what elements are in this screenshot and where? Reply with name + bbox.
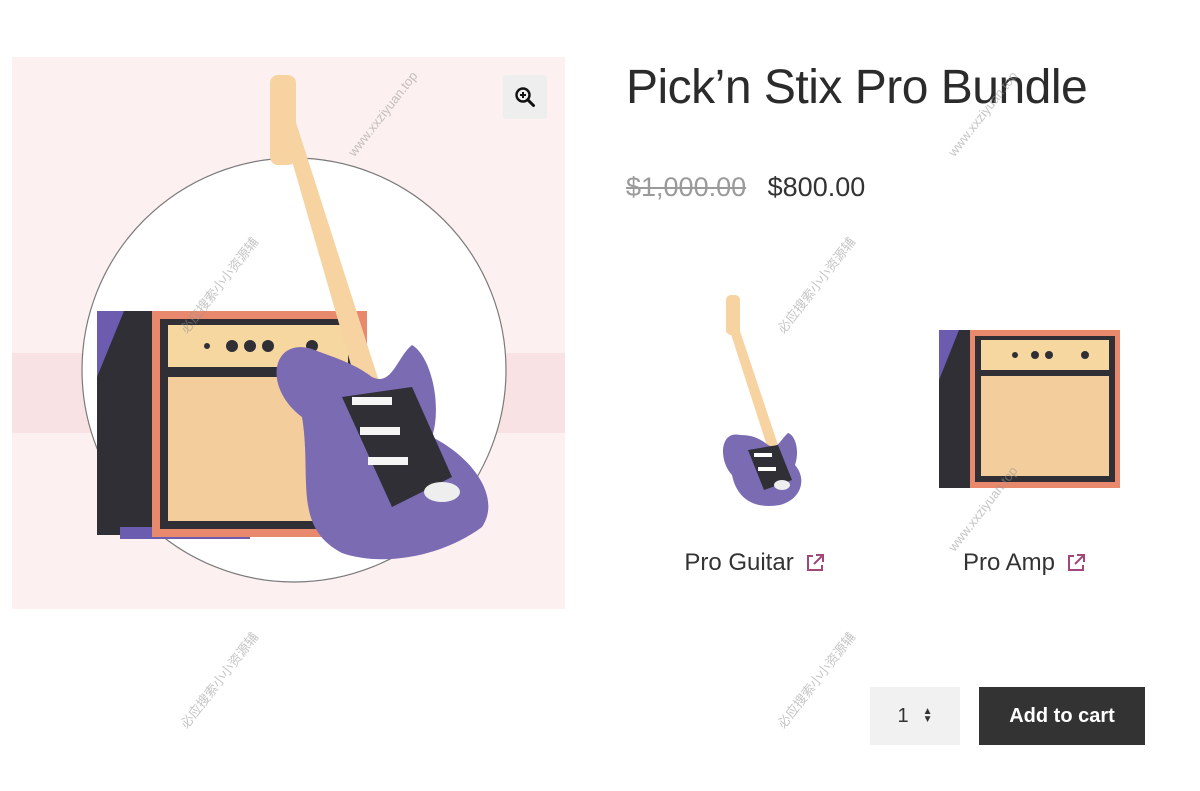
product-title: Pick’n Stix Pro Bundle — [626, 61, 1088, 114]
amp-thumbnail[interactable] — [910, 275, 1140, 525]
add-to-cart-button[interactable]: Add to cart — [979, 687, 1145, 745]
amp-illustration — [939, 330, 1120, 488]
quantity-spinner[interactable]: ▲ ▼ — [923, 707, 933, 725]
quantity-value[interactable]: 1 — [897, 705, 908, 728]
guitar-amp-illustration — [12, 57, 565, 609]
quantity-stepper[interactable]: 1 ▲ ▼ — [870, 687, 960, 745]
watermark-cn: 必应搜索小小资源辅 — [774, 629, 859, 732]
sale-price: $800.00 — [767, 172, 866, 202]
chevron-down-icon[interactable]: ▼ — [923, 715, 933, 725]
guitar-thumbnail[interactable] — [640, 275, 870, 525]
product-main-image[interactable] — [12, 57, 565, 609]
bundle-item-name-row: Pro Amp — [963, 549, 1087, 577]
external-link-icon[interactable] — [804, 552, 826, 574]
regular-price: $1,000.00 — [626, 172, 747, 202]
product-price: $1,000.00 $800.00 — [626, 172, 865, 203]
bundle-item-link-amp[interactable]: Pro Amp — [963, 549, 1055, 577]
bundle-item-amp: Pro Amp — [910, 275, 1140, 577]
zoom-button[interactable] — [503, 75, 547, 119]
bundle-item-guitar: Pro Guitar — [640, 275, 870, 577]
guitar-illustration — [722, 295, 802, 506]
bundle-item-name-row: Pro Guitar — [684, 549, 825, 577]
external-link-icon[interactable] — [1065, 552, 1087, 574]
bundle-item-link-guitar[interactable]: Pro Guitar — [684, 549, 793, 577]
zoom-in-icon — [515, 87, 535, 107]
watermark-cn: 必应搜索小小资源辅 — [177, 629, 262, 732]
